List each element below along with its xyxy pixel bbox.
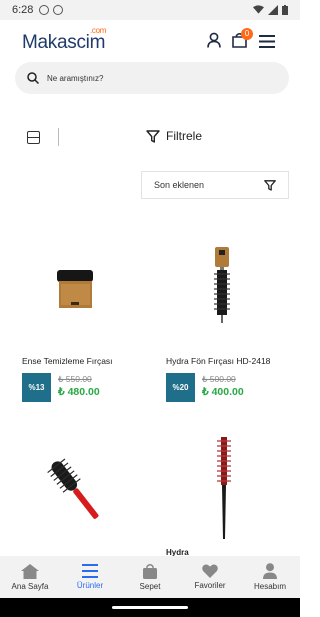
nav-label: Ana Sayfa: [11, 581, 49, 591]
status-time: 6:28: [12, 4, 34, 16]
product-name: Hydra Fön Fırçası HD-2418: [166, 356, 271, 366]
listing-toolbar: Filtrele: [0, 126, 300, 150]
product-image[interactable]: [55, 268, 97, 310]
home-gesture-handle[interactable]: [112, 606, 188, 609]
product-image[interactable]: [217, 437, 231, 541]
nav-label: Ürünler: [76, 581, 104, 590]
wifi-icon: [253, 5, 264, 14]
list-icon: [82, 564, 98, 578]
user-icon[interactable]: [207, 32, 221, 48]
home-icon: [21, 563, 39, 579]
hamburger-menu-icon[interactable]: [259, 35, 275, 48]
status-bar: 6:28: [0, 0, 300, 20]
battery-icon: [282, 5, 288, 15]
nav-favorites[interactable]: Favoriler: [180, 556, 240, 598]
discount-badge: %13: [22, 373, 51, 402]
discount-badge: %20: [166, 373, 195, 402]
search-bar[interactable]: [15, 62, 289, 94]
brand-logo[interactable]: Makascim .com: [22, 26, 106, 54]
notification-icon: [39, 5, 50, 15]
sort-selected-value: Son eklenen: [154, 180, 205, 190]
signal-icon: [268, 5, 278, 15]
sort-select[interactable]: Son eklenen: [141, 171, 289, 199]
new-price: ₺ 480.00: [58, 386, 100, 398]
old-price: ₺ 500.00: [202, 374, 236, 384]
layout-toggle-icon[interactable]: [27, 131, 40, 144]
product-image[interactable]: [213, 247, 231, 323]
nav-label: Hesabım: [253, 582, 286, 591]
old-price: ₺ 550.00: [58, 374, 92, 384]
filter-label: Filtrele: [166, 129, 203, 143]
bottom-navigation: Ana Sayfa Ürünler Sepet Favoriler Hesabı…: [0, 556, 300, 598]
system-navigation-bar: [0, 598, 300, 617]
new-price: ₺ 400.00: [202, 386, 244, 398]
nav-label: Favoriler: [194, 581, 226, 590]
nav-label: Sepet: [139, 582, 161, 591]
filter-icon: [146, 129, 160, 143]
nav-account[interactable]: Hesabım: [240, 556, 300, 598]
product-name: Ense Temizleme Fırçası: [22, 356, 113, 366]
sort-funnel-icon: [264, 179, 276, 191]
product-image[interactable]: [44, 455, 108, 527]
filter-button[interactable]: Filtrele: [146, 129, 202, 143]
nav-home[interactable]: Ana Sayfa: [0, 556, 60, 598]
cart-count-badge: 0: [241, 28, 253, 40]
nav-products[interactable]: Ürünler: [60, 556, 120, 598]
logo-text: Makascim: [22, 32, 106, 53]
search-icon: [27, 72, 39, 84]
heart-icon: [202, 564, 218, 578]
logo-suffix: .com: [89, 26, 107, 35]
person-icon: [263, 563, 277, 579]
bag-icon: [143, 564, 157, 579]
search-input[interactable]: [47, 73, 247, 83]
nav-cart[interactable]: Sepet: [120, 556, 180, 598]
app-header: Makascim .com 0: [0, 20, 300, 62]
toolbar-divider: [58, 128, 59, 146]
notification-icon: [53, 5, 64, 15]
